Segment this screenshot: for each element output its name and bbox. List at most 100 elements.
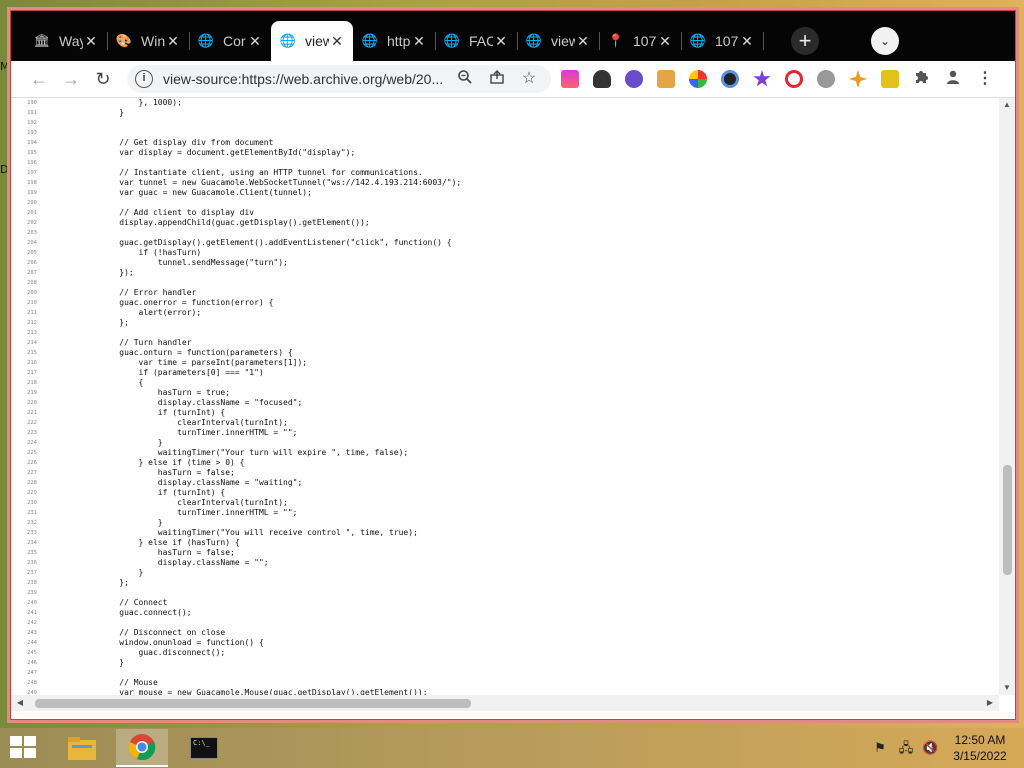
line-text[interactable]: var mouse = new Guacamole.Mouse(guac.get…	[100, 688, 427, 695]
browser-tab[interactable]: 🌐 Cor ✕	[189, 21, 272, 61]
line-text[interactable]: tunnel.sendMessage("turn");	[100, 258, 288, 268]
extension-icon[interactable]	[689, 70, 707, 88]
line-text[interactable]: {	[100, 378, 144, 388]
line-text[interactable]: } else if (time > 0) {	[100, 458, 245, 468]
line-text[interactable]: guac.connect();	[100, 608, 191, 618]
line-text[interactable]: // Mouse	[100, 678, 158, 688]
browser-tab[interactable]: 🎨 Win ✕	[107, 21, 190, 61]
line-text[interactable]: clearInterval(turnInt);	[100, 418, 288, 428]
line-text[interactable]: waitingTimer("Your turn will expire ", t…	[100, 448, 408, 458]
line-text[interactable]: // Error handler	[100, 288, 196, 298]
vertical-scrollbar[interactable]: ▲ ▼	[999, 98, 1015, 695]
browser-tab[interactable]: 🌐 view✕	[271, 21, 353, 61]
line-text[interactable]: clearInterval(turnInt);	[100, 498, 288, 508]
scroll-right-icon[interactable]: ▶	[983, 695, 997, 711]
block-icon[interactable]	[785, 70, 803, 88]
line-text[interactable]: }, 1000);	[100, 98, 182, 108]
extension-icon[interactable]	[817, 70, 835, 88]
line-text[interactable]: if (!hasTurn)	[100, 248, 202, 258]
line-text[interactable]: var tunnel = new Guacamole.WebSocketTunn…	[100, 178, 461, 188]
line-text[interactable]: if (parameters[0] === "1")	[100, 368, 264, 378]
extension-icon[interactable]	[593, 70, 611, 88]
browser-tab[interactable]: 📍 107 ✕	[599, 21, 682, 61]
line-text[interactable]: var guac = new Guacamole.Client(tunnel);	[100, 188, 312, 198]
extension-icon[interactable]	[561, 70, 579, 88]
back-button[interactable]: ←	[27, 67, 51, 91]
extension-icon[interactable]	[881, 70, 899, 88]
extension-icon[interactable]	[625, 70, 643, 88]
line-text[interactable]: display.className = "waiting";	[100, 478, 303, 488]
line-text[interactable]: }	[100, 438, 163, 448]
line-text[interactable]: guac.onturn = function(parameters) {	[100, 348, 292, 358]
line-text[interactable]: // Disconnect on close	[100, 628, 225, 638]
line-text[interactable]: hasTurn = false;	[100, 468, 235, 478]
line-text[interactable]: // Add client to display div	[100, 208, 254, 218]
line-text[interactable]: guac.onerror = function(error) {	[100, 298, 273, 308]
scroll-left-icon[interactable]: ◀	[13, 695, 27, 711]
line-text[interactable]: var display = document.getElementById("d…	[100, 148, 355, 158]
tab-close-icon[interactable]: ✕	[657, 33, 673, 49]
extension-icon[interactable]	[849, 70, 867, 88]
line-text[interactable]: guac.getDisplay().getElement().addEventL…	[100, 238, 451, 248]
line-text[interactable]: display.appendChild(guac.getDisplay().ge…	[100, 218, 369, 228]
line-text[interactable]: window.onunload = function() {	[100, 638, 264, 648]
line-text[interactable]: }	[100, 568, 144, 578]
tab-search-button[interactable]: ⌄	[871, 27, 899, 55]
address-url[interactable]: view-source:https://web.archive.org/web/…	[163, 71, 443, 87]
line-text[interactable]: hasTurn = true;	[100, 388, 230, 398]
zoom-icon[interactable]	[455, 69, 475, 89]
browser-tab[interactable]: 🌐 view✕	[517, 21, 600, 61]
browser-tab[interactable]: 🌐 http ✕	[353, 21, 436, 61]
tab-close-icon[interactable]: ✕	[739, 33, 755, 49]
chrome-icon[interactable]	[116, 729, 168, 767]
windows-start-icon[interactable]	[10, 736, 38, 760]
flag-notification-icon[interactable]: ⚑	[872, 740, 888, 756]
tab-close-icon[interactable]: ✕	[329, 33, 345, 49]
line-text[interactable]: display.className = "";	[100, 558, 269, 568]
command-prompt-icon[interactable]: C:\_	[178, 729, 230, 767]
tab-close-icon[interactable]: ✕	[247, 33, 263, 49]
volume-muted-icon[interactable]: 🔇	[922, 740, 938, 756]
share-icon[interactable]	[487, 69, 507, 89]
tab-close-icon[interactable]: ✕	[165, 33, 181, 49]
browser-tab[interactable]: 🌐 107 ✕	[681, 21, 764, 61]
line-text[interactable]: }	[100, 108, 124, 118]
line-text[interactable]: if (turnInt) {	[100, 488, 225, 498]
forward-button[interactable]: →	[59, 67, 83, 91]
new-tab-button[interactable]: +	[791, 27, 819, 55]
horizontal-scroll-thumb[interactable]	[35, 699, 471, 708]
network-icon[interactable]: 🖧	[898, 740, 914, 756]
line-text[interactable]: };	[100, 318, 129, 328]
extension-icon[interactable]	[657, 70, 675, 88]
extension-icon[interactable]	[753, 70, 771, 87]
line-text[interactable]: // Get display div from document	[100, 138, 273, 148]
line-text[interactable]: display.className = "focused";	[100, 398, 303, 408]
line-text[interactable]: hasTurn = false;	[100, 548, 235, 558]
horizontal-scrollbar[interactable]: ◀ ▶	[11, 695, 999, 711]
line-text[interactable]: } else if (hasTurn) {	[100, 538, 240, 548]
browser-tab[interactable]: 🌐 FAC✕	[435, 21, 518, 61]
site-info-icon[interactable]: i	[135, 70, 153, 88]
system-clock[interactable]: 12:50 AM 3/15/2022	[945, 732, 1015, 764]
file-explorer-icon[interactable]	[56, 729, 108, 767]
tab-close-icon[interactable]: ✕	[575, 33, 591, 49]
menu-kebab-icon[interactable]: ⋮	[975, 69, 995, 89]
line-text[interactable]: alert(error);	[100, 308, 202, 318]
line-text[interactable]: // Instantiate client, using an HTTP tun…	[100, 168, 422, 178]
line-text[interactable]: }	[100, 518, 163, 528]
extension-icon[interactable]	[721, 70, 739, 88]
bookmark-star-icon[interactable]: ☆	[519, 69, 539, 89]
line-text[interactable]: // Turn handler	[100, 338, 191, 348]
extensions-puzzle-icon[interactable]	[911, 69, 931, 89]
line-text[interactable]: if (turnInt) {	[100, 408, 225, 418]
line-text[interactable]: }	[100, 658, 124, 668]
line-text[interactable]: guac.disconnect();	[100, 648, 226, 658]
line-text[interactable]: // Connect	[100, 598, 167, 608]
browser-tab[interactable]: 🏛 Way✕	[25, 21, 108, 61]
line-text[interactable]: var time = parseInt(parameters[1]);	[100, 358, 308, 368]
line-text[interactable]: };	[100, 578, 129, 588]
line-text[interactable]: turnTimer.innerHTML = "";	[100, 508, 297, 518]
line-text[interactable]: waitingTimer("You will receive control "…	[100, 528, 418, 538]
scroll-up-icon[interactable]: ▲	[999, 98, 1015, 112]
line-text[interactable]: turnTimer.innerHTML = "";	[100, 428, 297, 438]
